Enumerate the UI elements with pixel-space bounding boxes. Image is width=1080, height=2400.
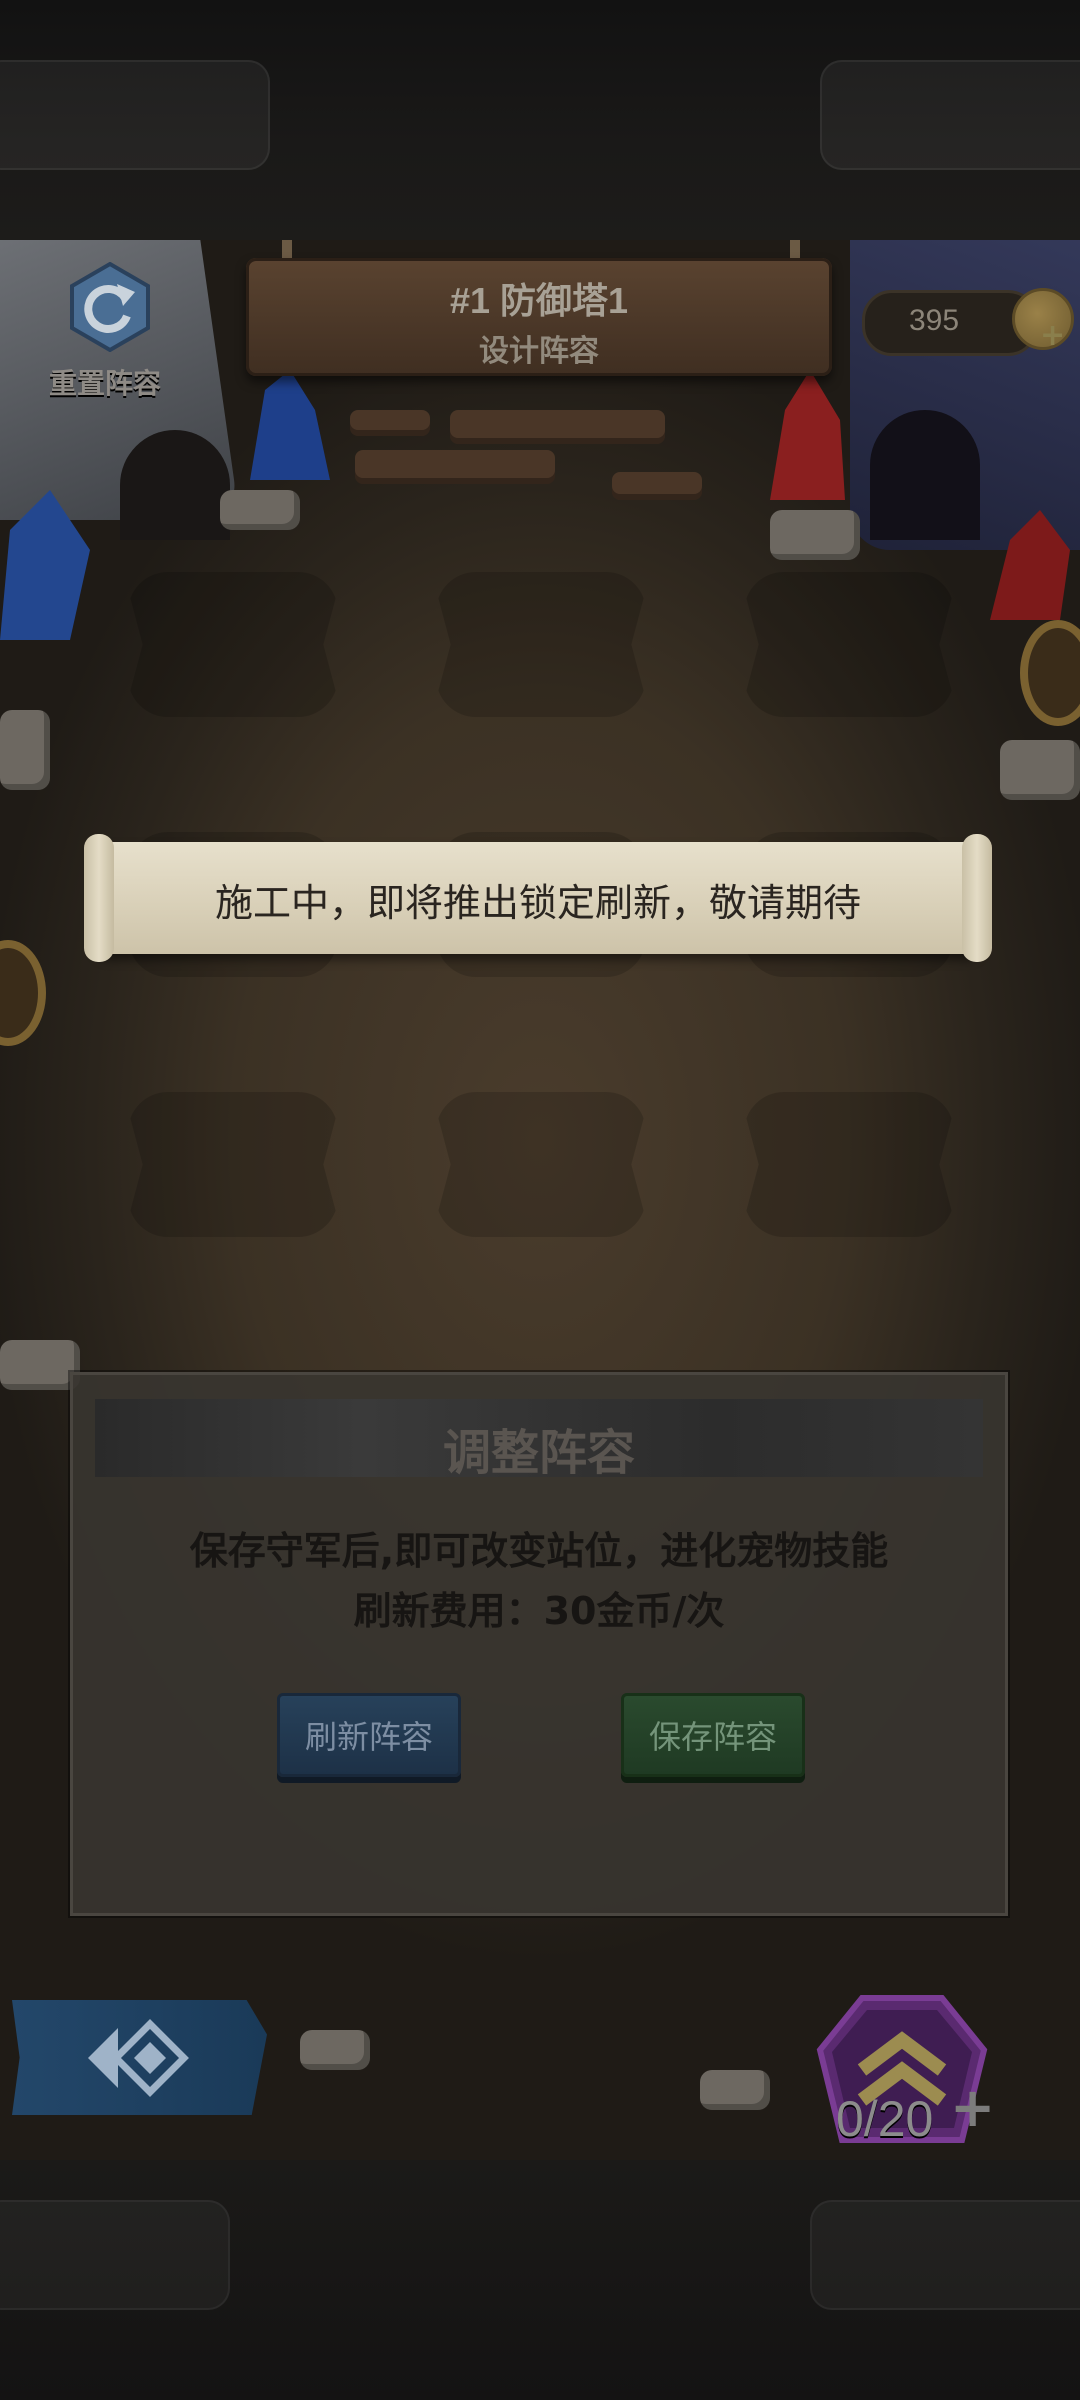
- wood-plank: [355, 450, 555, 484]
- red-crystal: [770, 370, 845, 500]
- right-gate-door: [870, 410, 980, 540]
- left-wall-ornament: [0, 940, 46, 1046]
- left-gate-door: [120, 430, 230, 540]
- reset-lineup-button[interactable]: 重置阵容: [30, 262, 180, 412]
- rock: [1000, 740, 1080, 800]
- coin-value: 395: [909, 304, 960, 337]
- blue-crystal: [250, 370, 330, 480]
- panel-header: 调整阵容: [95, 1399, 983, 1481]
- right-wall-ornament: [1020, 620, 1080, 726]
- formation-slot[interactable]: [744, 572, 954, 717]
- refresh-cost-text: 刷新费用：30金币/次: [353, 1589, 725, 1633]
- blue-crystal-left: [0, 490, 90, 640]
- formation-slot[interactable]: [436, 1092, 646, 1237]
- panel-description: 保存守军后,即可改变站位，进化宠物技能: [189, 1529, 889, 1573]
- rock: [0, 1340, 80, 1390]
- refresh-icon: [70, 262, 150, 352]
- defender-count: 0/20: [836, 2091, 934, 2147]
- title-board: #1 防御塔1 设计阵容: [246, 258, 832, 376]
- background-tab-bottom-left: [0, 2200, 230, 2310]
- formation-slot[interactable]: [128, 572, 338, 717]
- wood-plank: [350, 410, 430, 436]
- formation-slot[interactable]: [128, 1092, 338, 1237]
- back-arrow-icon: [88, 2019, 189, 2097]
- wood-plank: [612, 472, 702, 500]
- background-tab-right: [820, 60, 1080, 170]
- page-subtitle: 设计阵容: [479, 334, 599, 369]
- add-icon[interactable]: +: [950, 2076, 995, 2139]
- add-coin-icon[interactable]: +: [1040, 318, 1065, 353]
- notice-scroll: 施工中，即将推出锁定刷新，敬请期待: [84, 834, 992, 962]
- red-crystal-right: [990, 510, 1070, 620]
- page-title: #1 防御塔1: [449, 280, 629, 321]
- panel-title: 调整阵容: [442, 1425, 635, 1481]
- refresh-lineup-button[interactable]: 刷新阵容: [277, 1693, 461, 1777]
- rock: [220, 490, 300, 530]
- adjust-lineup-panel: 调整阵容 保存守军后,即可改变站位，进化宠物技能 刷新费用：30金币/次 刷新阵…: [70, 1372, 1008, 1916]
- save-lineup-button[interactable]: 保存阵容: [621, 1693, 805, 1777]
- background-tab-left: [0, 60, 270, 170]
- rock: [300, 2030, 370, 2070]
- rock: [700, 2070, 770, 2110]
- notice-text: 施工中，即将推出锁定刷新，敬请期待: [214, 881, 861, 925]
- rock: [770, 510, 860, 560]
- reset-lineup-label: 重置阵容: [48, 367, 161, 400]
- background-tab-bottom-right: [810, 2200, 1080, 2310]
- rock: [0, 710, 50, 790]
- formation-slot[interactable]: [744, 1092, 954, 1237]
- wood-plank: [450, 410, 665, 444]
- formation-slot[interactable]: [436, 572, 646, 717]
